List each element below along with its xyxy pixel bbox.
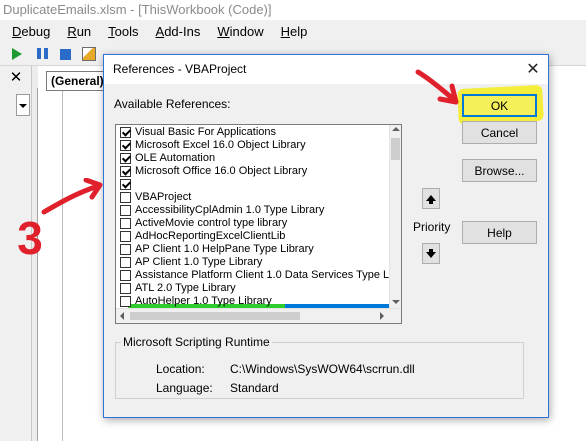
reference-checkbox[interactable] <box>120 127 131 138</box>
reference-name: OLE Automation <box>135 152 216 164</box>
reference-row[interactable]: OLE Automation <box>117 152 387 165</box>
reference-row[interactable]: Microsoft Excel 16.0 Object Library <box>117 139 387 152</box>
scroll-up-icon[interactable] <box>392 127 400 131</box>
reference-row[interactable]: ATL 2.0 Type Library <box>117 282 387 295</box>
arrow-up-stem <box>429 201 433 204</box>
svg-text:3: 3 <box>17 212 43 262</box>
menu-tools[interactable]: Tools <box>108 24 138 39</box>
references-dialog: References - VBAProject ✕ Available Refe… <box>103 54 549 418</box>
menu-run[interactable]: Run <box>67 24 91 39</box>
group-title: Microsoft Scripting Runtime <box>121 335 272 349</box>
reference-row[interactable]: AP Client 1.0 HelpPane Type Library <box>117 243 387 256</box>
reference-checkbox[interactable] <box>120 166 131 177</box>
menu-window[interactable]: Window <box>217 24 263 39</box>
break-icon[interactable] <box>36 47 50 61</box>
browse-button[interactable]: Browse... <box>462 159 537 182</box>
menu-bar: Debug Run Tools Add-Ins Window Help <box>0 20 586 42</box>
location-value: C:\Windows\SysWOW64\scrrun.dll <box>230 362 415 376</box>
menu-debug[interactable]: Debug <box>12 24 50 39</box>
help-button[interactable]: Help <box>462 221 537 244</box>
reference-row[interactable]: AdHocReportingExcelClientLib <box>117 230 387 243</box>
chevron-down-icon <box>19 104 27 108</box>
reference-name: VBAProject <box>135 191 192 203</box>
dialog-title: References - VBAProject <box>113 62 247 76</box>
scroll-down-icon[interactable] <box>392 300 400 304</box>
close-icon[interactable]: ✕ <box>522 59 544 81</box>
reference-name: Microsoft Scripting Runtime <box>135 178 270 190</box>
reference-row[interactable]: Assistance Platform Client 1.0 Data Serv… <box>117 269 398 282</box>
reference-name: Visual Basic For Applications <box>135 126 277 138</box>
scroll-left-icon[interactable] <box>120 312 124 320</box>
reference-row[interactable]: ActiveMovie control type library <box>117 217 387 230</box>
reference-row[interactable]: Visual Basic For Applications <box>117 126 387 139</box>
code-margin <box>62 88 63 441</box>
dialog-titlebar: References - VBAProject ✕ <box>104 55 548 84</box>
reference-row[interactable]: Microsoft Office 16.0 Object Library <box>117 165 387 178</box>
arrow-down-icon <box>426 252 436 258</box>
close-pane-icon[interactable]: ✕ <box>8 70 24 86</box>
reference-name: Assistance Platform Client 1.0 Data Serv… <box>135 269 398 281</box>
divider <box>37 88 38 441</box>
reference-name: Microsoft Office 16.0 Object Library <box>135 165 308 177</box>
reference-checkbox[interactable] <box>120 283 131 294</box>
reference-checkbox[interactable] <box>120 296 131 307</box>
language-value: Standard <box>230 381 279 395</box>
annotation-step-number: 3 <box>17 212 43 262</box>
ok-button[interactable]: OK <box>462 94 537 117</box>
reference-name: ATL 2.0 Type Library <box>135 282 236 294</box>
reference-name: ActiveMovie control type library <box>135 217 288 229</box>
design-mode-icon[interactable] <box>82 47 96 61</box>
reset-icon[interactable] <box>60 49 71 60</box>
scroll-thumb[interactable] <box>391 138 400 160</box>
annotation-arrow-ok-icon <box>415 69 459 105</box>
location-label: Location: <box>156 362 205 376</box>
references-list[interactable]: Visual Basic For Applications Microsoft E… <box>115 124 402 324</box>
reference-checkbox[interactable] <box>120 257 131 268</box>
reference-name: AP Client 1.0 HelpPane Type Library <box>135 243 314 255</box>
reference-row[interactable]: AccessibilityCplAdmin 1.0 Type Library <box>117 204 387 217</box>
menu-help[interactable]: Help <box>281 24 308 39</box>
reference-checkbox[interactable] <box>120 192 131 203</box>
reference-checkbox[interactable] <box>120 218 131 229</box>
reference-checkbox[interactable] <box>120 205 131 216</box>
reference-checkbox[interactable] <box>120 231 131 242</box>
reference-name: AutoHelper 1.0 Type Library <box>135 295 272 307</box>
reference-checkbox[interactable] <box>120 244 131 255</box>
scroll-right-icon[interactable] <box>380 312 384 320</box>
arrow-down-stem <box>429 249 433 252</box>
scroll-thumb-horizontal[interactable] <box>130 312 300 320</box>
reference-checkbox[interactable] <box>120 270 131 281</box>
reference-name: AdHocReportingExcelClientLib <box>135 230 286 242</box>
menu-add-ins[interactable]: Add-Ins <box>156 24 201 39</box>
reference-row[interactable]: AP Client 1.0 Type Library <box>117 256 387 269</box>
reference-name: Microsoft Excel 16.0 Object Library <box>135 139 306 151</box>
reference-checkbox[interactable] <box>120 179 131 190</box>
language-label: Language: <box>156 381 213 395</box>
reference-row[interactable]: AutoHelper 1.0 Type Library <box>117 295 387 308</box>
run-icon[interactable] <box>12 48 22 60</box>
window-title: DuplicateEmails.xlsm - [ThisWorkbook (Co… <box>0 0 586 20</box>
cancel-button[interactable]: Cancel <box>462 121 537 144</box>
priority-label: Priority <box>413 220 451 234</box>
reference-row[interactable]: VBAProject <box>117 191 387 204</box>
reference-name: AccessibilityCplAdmin 1.0 Type Library <box>135 204 325 216</box>
reference-name: AP Client 1.0 Type Library <box>135 256 263 268</box>
available-references-label: Available References: <box>114 97 231 111</box>
reference-checkbox[interactable] <box>120 140 131 151</box>
reference-row[interactable]: Microsoft Scripting Runtime <box>117 178 387 191</box>
reference-checkbox[interactable] <box>120 153 131 164</box>
